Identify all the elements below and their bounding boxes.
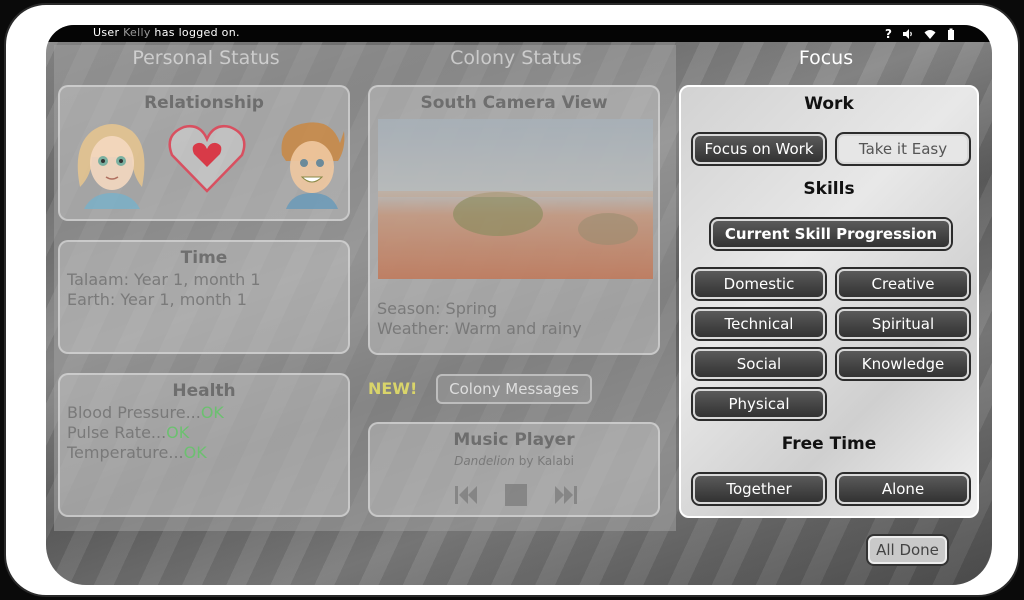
music-player-card: Music Player Dandelion by Kalabi <box>368 422 660 517</box>
time-card: Time Talaam: Year 1, month 1 Earth: Year… <box>58 240 350 354</box>
all-done-button[interactable]: All Done <box>868 536 947 564</box>
alone-button[interactable]: Alone <box>837 474 969 504</box>
health-label: Pulse Rate... <box>67 423 167 442</box>
earth-date: Earth: Year 1, month 1 <box>67 290 247 309</box>
focus-panel: Work Focus on Work Take it Easy Skills C… <box>679 85 979 518</box>
game-screen: User Kelly has logged on. ? Personal Sta… <box>46 25 992 585</box>
battery-icon <box>948 28 954 40</box>
stop-icon[interactable] <box>504 484 528 506</box>
previous-icon[interactable] <box>454 484 478 506</box>
health-row: Temperature...OK <box>67 443 348 463</box>
relationship-title: Relationship <box>144 93 264 113</box>
artist-name: Kalabi <box>537 454 574 468</box>
spiritual-button[interactable]: Spiritual <box>837 309 969 339</box>
login-message: User Kelly has logged on. <box>93 26 240 39</box>
health-label: Temperature... <box>67 443 184 462</box>
status-bar: User Kelly has logged on. ? <box>46 25 992 42</box>
new-badge: NEW! <box>368 379 418 398</box>
camera-landscape <box>378 191 653 245</box>
health-value: OK <box>166 423 190 442</box>
camera-title: South Camera View <box>420 93 608 113</box>
talaam-date: Talaam: Year 1, month 1 <box>67 270 261 289</box>
skills-title: Skills <box>803 179 855 199</box>
creative-button[interactable]: Creative <box>837 269 969 299</box>
health-value: OK <box>183 443 207 462</box>
technical-button[interactable]: Technical <box>693 309 825 339</box>
login-user: Kelly <box>123 26 151 39</box>
camera-card: South Camera View Season: Spring Weather… <box>368 85 660 355</box>
camera-feed <box>378 119 653 279</box>
music-controls <box>370 484 662 506</box>
free-time-title: Free Time <box>781 434 877 454</box>
heart-icon <box>168 125 246 193</box>
login-prefix: User <box>93 26 124 39</box>
wifi-icon <box>924 29 936 39</box>
colony-messages-button[interactable]: Colony Messages <box>436 374 592 404</box>
device-frame: User Kelly has logged on. ? Personal Sta… <box>4 3 1020 597</box>
status-icons: ? <box>885 25 958 42</box>
health-row: Pulse Rate...OK <box>67 423 348 443</box>
girl-portrait <box>77 124 145 209</box>
time-title: Time <box>180 248 228 268</box>
knowledge-button[interactable]: Knowledge <box>837 349 969 379</box>
help-icon[interactable]: ? <box>885 27 892 41</box>
health-card: Health Blood Pressure...OK Pulse Rate...… <box>58 373 350 517</box>
volume-icon[interactable] <box>902 28 914 40</box>
domestic-button[interactable]: Domestic <box>693 269 825 299</box>
focus-title: Focus <box>798 47 854 69</box>
health-title: Health <box>172 381 236 401</box>
together-button[interactable]: Together <box>693 474 825 504</box>
take-it-easy-button[interactable]: Take it Easy <box>837 134 969 164</box>
health-value: OK <box>200 403 224 422</box>
next-icon[interactable] <box>554 484 578 506</box>
colony-status-title: Colony Status <box>450 47 582 69</box>
personal-status-title: Personal Status <box>132 47 280 69</box>
song-name: Dandelion <box>454 454 515 468</box>
weather-text: Weather: Warm and rainy <box>377 319 582 338</box>
music-credit: Dandelion by Kalabi <box>370 454 658 468</box>
physical-button[interactable]: Physical <box>693 389 825 419</box>
season-text: Season: Spring <box>377 299 498 318</box>
relationship-card: Relationship <box>58 85 350 221</box>
health-label: Blood Pressure... <box>67 403 201 422</box>
focus-on-work-button[interactable]: Focus on Work <box>693 134 825 164</box>
by-label: by <box>514 454 538 468</box>
skill-progression-button[interactable]: Current Skill Progression <box>711 219 951 249</box>
boy-portrait <box>281 122 345 209</box>
health-row: Blood Pressure...OK <box>67 403 348 423</box>
music-title: Music Player <box>453 430 575 450</box>
work-title: Work <box>804 94 854 114</box>
login-suffix: has logged on. <box>150 26 240 39</box>
social-button[interactable]: Social <box>693 349 825 379</box>
